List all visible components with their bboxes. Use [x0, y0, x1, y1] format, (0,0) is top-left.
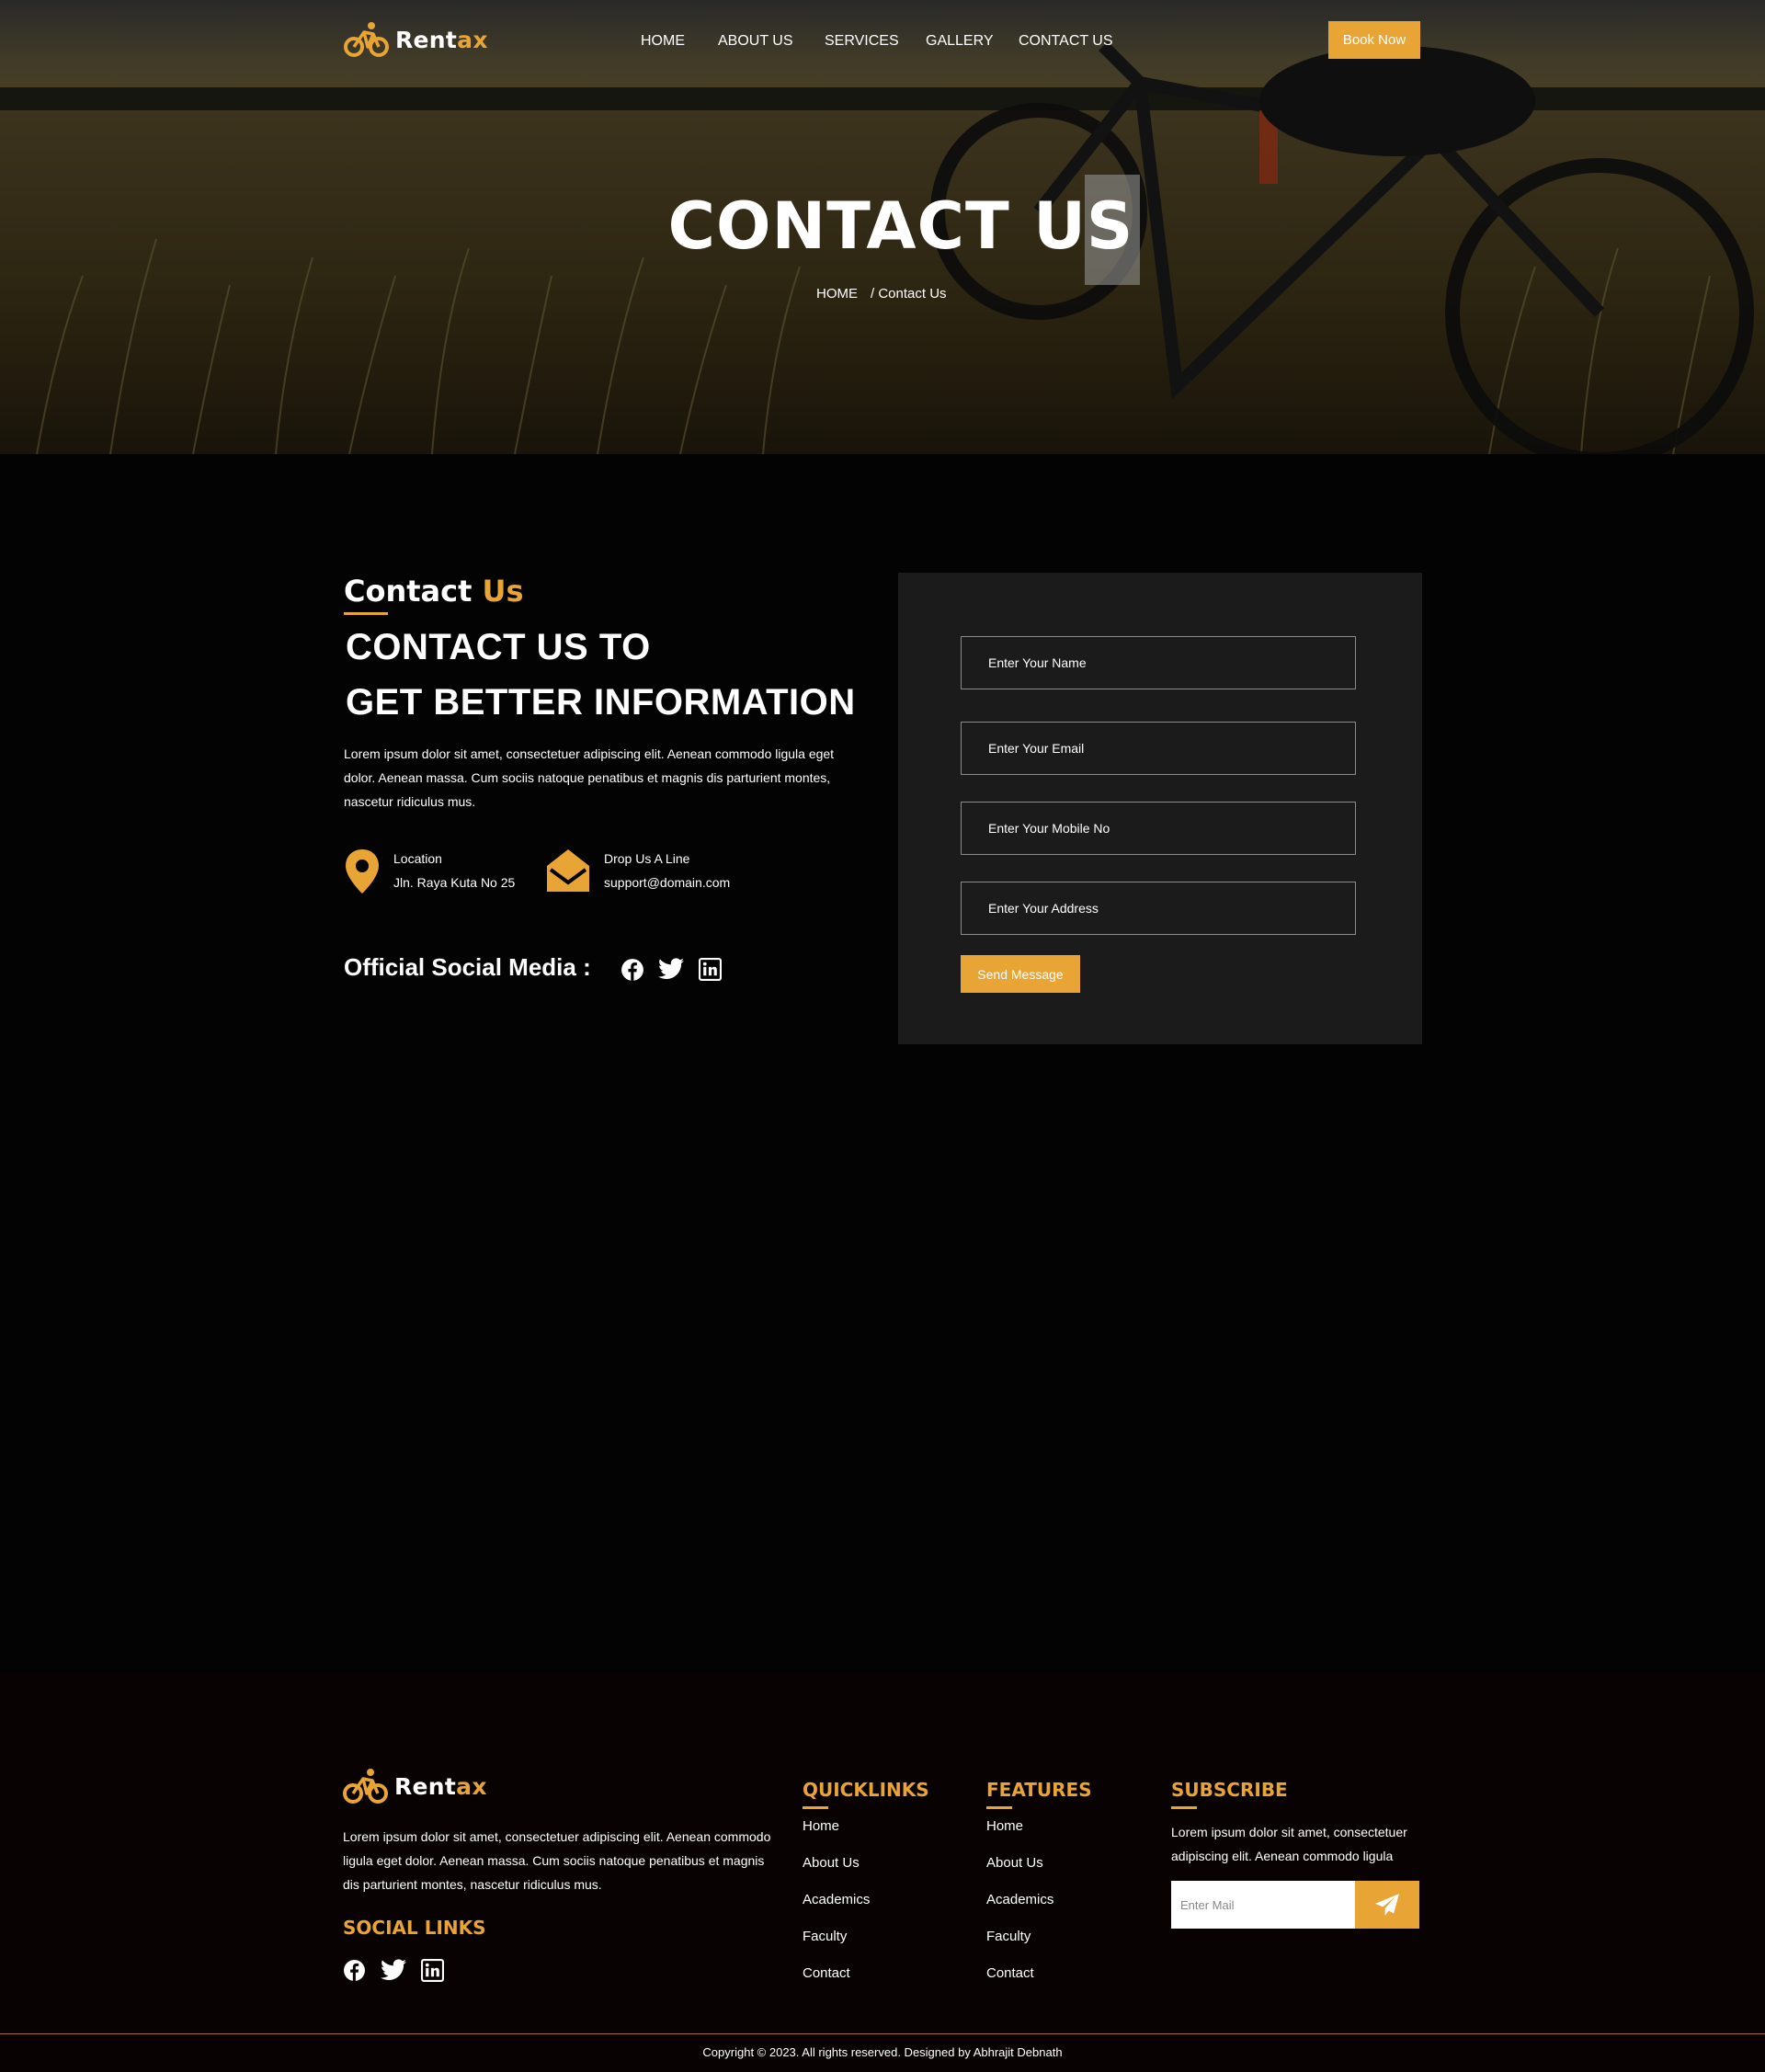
footer — [0, 1673, 1765, 2072]
footer-divider — [0, 2033, 1765, 2034]
features-title: FEATURES — [986, 1779, 1092, 1801]
nav-home[interactable]: HOME — [641, 33, 685, 50]
footer-linkedin-icon[interactable] — [421, 1959, 444, 1982]
subscribe-title: SUBSCRIBE — [1171, 1779, 1288, 1801]
nav-gallery[interactable]: GALLERY — [926, 33, 994, 50]
subscribe-underline — [1171, 1806, 1197, 1809]
footer-brand-logo[interactable]: Rentax — [343, 1767, 487, 1805]
breadcrumb-current: / Contact Us — [871, 286, 947, 302]
brand-logo[interactable]: Rentax — [344, 20, 488, 59]
breadcrumb-home[interactable]: HOME — [816, 286, 858, 302]
feature-home[interactable]: Home — [986, 1818, 1023, 1834]
section-label-underline — [344, 612, 388, 615]
contact-heading-line2: GET BETTER INFORMATION — [346, 682, 856, 723]
name-input[interactable]: Enter Your Name — [961, 636, 1356, 689]
features-underline — [986, 1806, 1012, 1809]
email-value[interactable]: support@domain.com — [604, 871, 730, 894]
quicklink-faculty[interactable]: Faculty — [803, 1929, 847, 1944]
footer-facebook-icon[interactable] — [343, 1959, 366, 1982]
contact-heading-line1: CONTACT US TO — [346, 627, 651, 667]
book-now-button[interactable]: Book Now — [1328, 21, 1420, 59]
nav-services[interactable]: SERVICES — [825, 33, 899, 50]
mobile-input[interactable]: Enter Your Mobile No — [961, 802, 1356, 855]
email-input[interactable]: Enter Your Email — [961, 722, 1356, 775]
send-message-button[interactable]: Send Message — [961, 955, 1080, 993]
footer-description: Lorem ipsum dolor sit amet, consectetuer… — [343, 1829, 771, 1892]
subscribe-text: Lorem ipsum dolor sit amet, consectetuer… — [1171, 1825, 1407, 1863]
footer-social-title: SOCIAL LINKS — [343, 1917, 486, 1939]
hero-banner: Rentax HOME ABOUT US SERVICES GALLERY CO… — [0, 0, 1765, 454]
twitter-icon[interactable] — [658, 958, 684, 980]
feature-contact[interactable]: Contact — [986, 1965, 1034, 1981]
contact-description: Lorem ipsum dolor sit amet, consectetuer… — [344, 746, 835, 809]
feature-faculty[interactable]: Faculty — [986, 1929, 1031, 1944]
quicklink-academics[interactable]: Academics — [803, 1892, 870, 1907]
location-label: Location — [393, 851, 442, 866]
breadcrumb: HOME / Contact Us — [816, 286, 947, 302]
nav-about-us[interactable]: ABOUT US — [718, 33, 793, 50]
paper-plane-icon — [1375, 1894, 1399, 1916]
footer-twitter-icon[interactable] — [381, 1959, 406, 1981]
facebook-icon[interactable] — [621, 958, 644, 982]
quicklink-contact[interactable]: Contact — [803, 1965, 850, 1981]
quicklink-home[interactable]: Home — [803, 1818, 839, 1834]
subscribe-email-input[interactable]: Enter Mail — [1171, 1881, 1355, 1929]
footer-brand-name: Rentax — [394, 1772, 487, 1800]
bicycle-icon — [343, 1769, 388, 1804]
email-label: Drop Us A Line — [604, 851, 690, 866]
top-nav: Rentax HOME ABOUT US SERVICES GALLERY CO… — [0, 0, 1765, 83]
feature-about-us[interactable]: About Us — [986, 1855, 1043, 1871]
subscribe-button[interactable] — [1355, 1881, 1419, 1929]
social-media-title: Official Social Media : — [344, 953, 591, 981]
location-value: Jln. Raya Kuta No 25 — [393, 875, 516, 890]
feature-academics[interactable]: Academics — [986, 1892, 1053, 1907]
section-label: Contact Us — [344, 574, 524, 609]
brand-name: Rentax — [395, 26, 488, 53]
envelope-open-icon — [547, 849, 589, 892]
bicycle-icon — [344, 22, 389, 57]
linkedin-icon[interactable] — [699, 958, 722, 981]
quicklink-about-us[interactable]: About Us — [803, 1855, 860, 1871]
nav-contact-us[interactable]: CONTACT US — [1019, 33, 1113, 50]
location-pin-icon — [346, 849, 379, 894]
page-title: CONTACT US — [667, 188, 1134, 264]
quicklinks-underline — [803, 1806, 828, 1809]
quicklinks-title: QUICKLINKS — [803, 1779, 929, 1801]
copyright-text: Copyright © 2023. All rights reserved. D… — [702, 2045, 1063, 2059]
address-input[interactable]: Enter Your Address — [961, 882, 1356, 935]
